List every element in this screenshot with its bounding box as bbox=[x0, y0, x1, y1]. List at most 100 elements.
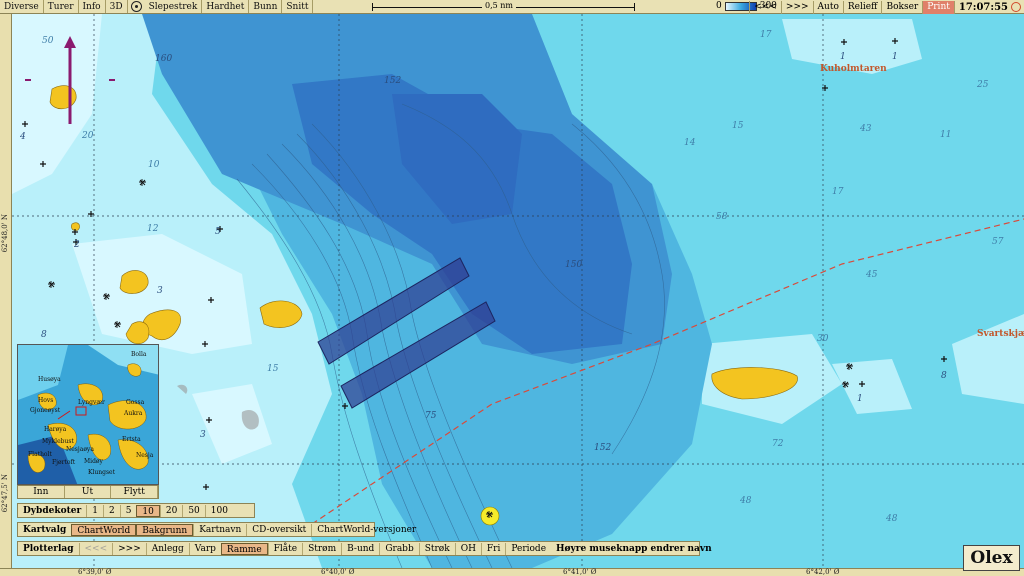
layer-fri[interactable]: Fri bbox=[480, 542, 505, 555]
depth-sounding: 57 bbox=[992, 237, 1004, 247]
menu-bunn[interactable]: Bunn bbox=[249, 0, 283, 13]
depth-sounding: 1 bbox=[857, 394, 863, 404]
place-name: Svartskjæ bbox=[977, 329, 1024, 339]
overview-map[interactable]: Husøya Hovs Lyngvær Gossa Gjoneøyst Aukr… bbox=[17, 344, 159, 485]
overview-place-label: Lyngvær bbox=[78, 399, 105, 406]
chart-names-toggle[interactable]: Kartnavn bbox=[193, 523, 246, 536]
bokser-button[interactable]: Bokser bbox=[882, 0, 924, 14]
depth-sounding: 75 bbox=[425, 411, 437, 421]
longitude-label: 6°40,0' Ø bbox=[321, 568, 355, 576]
latitude-frame: 62°48,0' N 62°47,5' N bbox=[0, 14, 12, 568]
plotter-layers-title: Plotterlag bbox=[23, 543, 74, 554]
depth-sounding: 15 bbox=[732, 121, 744, 131]
depth-contours-title: Dybdekoter bbox=[23, 505, 82, 516]
olex-brand-logo[interactable]: Olex bbox=[963, 545, 1020, 571]
bathymetry-layer bbox=[12, 14, 1024, 568]
contour-option-2[interactable]: 2 bbox=[102, 504, 120, 517]
auto-button[interactable]: Auto bbox=[814, 0, 844, 14]
overview-place-label: Ertsta bbox=[122, 436, 141, 443]
right-toolbar: <<< >>> Auto Relieff Bokser Print 17:07:… bbox=[749, 0, 1024, 14]
contour-option-20[interactable]: 20 bbox=[159, 504, 182, 517]
depth-sounding: 25 bbox=[977, 80, 989, 90]
depth-sounding: 8 bbox=[41, 330, 47, 340]
depth-sounding: 150 bbox=[565, 260, 583, 270]
layer-periode[interactable]: Periode bbox=[505, 542, 551, 555]
layer-strok[interactable]: Strøk bbox=[418, 542, 455, 555]
scale-bar: 0,5 nm bbox=[372, 0, 635, 14]
menu-3d[interactable]: 3D bbox=[106, 0, 128, 13]
depth-min-label: 0 bbox=[716, 1, 722, 11]
depth-sounding: 1 bbox=[892, 52, 898, 62]
contour-option-100[interactable]: 100 bbox=[204, 504, 233, 517]
chart-map[interactable]: 50 160 152 150 75 152 58 17 15 14 43 11 … bbox=[12, 14, 1024, 568]
layer-strom[interactable]: Strøm bbox=[302, 542, 341, 555]
contour-option-10[interactable]: 10 bbox=[136, 504, 160, 517]
relieff-button[interactable]: Relieff bbox=[844, 0, 883, 14]
zoom-in-button[interactable]: Inn bbox=[18, 486, 65, 498]
layer-flate[interactable]: Flåte bbox=[267, 542, 302, 555]
depth-sounding: 3 bbox=[200, 430, 206, 440]
depth-sounding: 17 bbox=[760, 30, 772, 40]
print-button[interactable]: Print bbox=[923, 0, 955, 14]
depth-sounding: 160 bbox=[155, 54, 173, 64]
place-name: Kuholmtaren bbox=[820, 64, 887, 74]
depth-sounding: 152 bbox=[384, 76, 402, 86]
overview-place-label: Nesja bbox=[136, 452, 154, 459]
latitude-label: 62°47,5' N bbox=[1, 474, 9, 513]
chart-selection-row: Kartvalg ChartWorld Bakgrunn Kartnavn CD… bbox=[17, 522, 416, 537]
depth-contours-row: Dybdekoter 1 2 5 10 20 50 100 bbox=[17, 503, 255, 518]
cd-overview-toggle[interactable]: CD-oversikt bbox=[246, 523, 311, 536]
depth-sounding: 45 bbox=[866, 270, 878, 280]
menu-slepestrek[interactable]: Slepestrek bbox=[145, 0, 203, 13]
contour-option-1[interactable]: 1 bbox=[86, 504, 103, 517]
depth-sounding: 8 bbox=[941, 371, 947, 381]
depth-sounding: 12 bbox=[147, 224, 159, 234]
menu-snitt[interactable]: Snitt bbox=[282, 0, 314, 13]
layer-ramme[interactable]: Ramme bbox=[220, 542, 268, 555]
menu-hardhet[interactable]: Hardhet bbox=[202, 0, 250, 13]
depth-sounding: 72 bbox=[772, 439, 784, 449]
layers-next-button[interactable]: >>> bbox=[112, 542, 146, 555]
menu-diverse[interactable]: Diverse bbox=[0, 0, 44, 13]
depth-sounding: 58 bbox=[716, 212, 728, 222]
right-click-hint: Høyre museknapp endrer navn bbox=[556, 543, 712, 554]
zoom-out-button[interactable]: Ut bbox=[65, 486, 112, 498]
move-button[interactable]: Flytt bbox=[111, 486, 159, 498]
overview-place-label: Klungset bbox=[88, 469, 116, 476]
depth-sounding: 4 bbox=[20, 132, 26, 142]
chartworld-toggle[interactable]: ChartWorld bbox=[71, 523, 137, 536]
chartworld-versions-button[interactable]: ChartWorld-versjoner bbox=[311, 523, 421, 536]
depth-sounding: 10 bbox=[148, 160, 160, 170]
depth-sounding: 43 bbox=[860, 124, 872, 134]
longitude-label: 6°39,0' Ø bbox=[78, 568, 112, 576]
overview-place-label: Husøya bbox=[38, 376, 61, 383]
contour-option-50[interactable]: 50 bbox=[182, 504, 204, 517]
prev-button[interactable]: <<< bbox=[749, 0, 782, 14]
overview-place-label: Fjørtoft bbox=[52, 459, 76, 466]
sun-icon[interactable] bbox=[1011, 2, 1021, 12]
layer-oh[interactable]: OH bbox=[454, 542, 481, 555]
menu-info[interactable]: Info bbox=[79, 0, 106, 13]
layers-prev-button[interactable]: <<< bbox=[78, 542, 113, 555]
layer-anlegg[interactable]: Anlegg bbox=[145, 542, 189, 555]
next-button[interactable]: >>> bbox=[782, 0, 814, 14]
depth-sounding: 2 bbox=[74, 240, 80, 250]
background-toggle[interactable]: Bakgrunn bbox=[136, 523, 194, 536]
layer-varp[interactable]: Varp bbox=[188, 542, 221, 555]
chart-selection-title: Kartvalg bbox=[23, 524, 67, 535]
latitude-label: 62°48,0' N bbox=[1, 214, 9, 253]
overview-place-label: Bolla bbox=[131, 351, 147, 358]
depth-sounding: 30 bbox=[817, 334, 829, 344]
longitude-label: 6°42,0' Ø bbox=[806, 568, 840, 576]
overview-place-label: Gossa bbox=[126, 399, 145, 406]
depth-sounding: 17 bbox=[832, 187, 844, 197]
overview-place-label: Nesjaøya bbox=[66, 446, 94, 453]
depth-sounding: 48 bbox=[886, 514, 898, 524]
longitude-label: 6°41,0' Ø bbox=[563, 568, 597, 576]
layer-b-und[interactable]: B-und bbox=[341, 542, 379, 555]
layer-grabb[interactable]: Grabb bbox=[379, 542, 418, 555]
menu-turer[interactable]: Turer bbox=[44, 0, 79, 13]
overview-controls: Inn Ut Flytt bbox=[17, 485, 159, 499]
overview-place-label: Aukra bbox=[124, 410, 143, 417]
contour-option-5[interactable]: 5 bbox=[119, 504, 137, 517]
